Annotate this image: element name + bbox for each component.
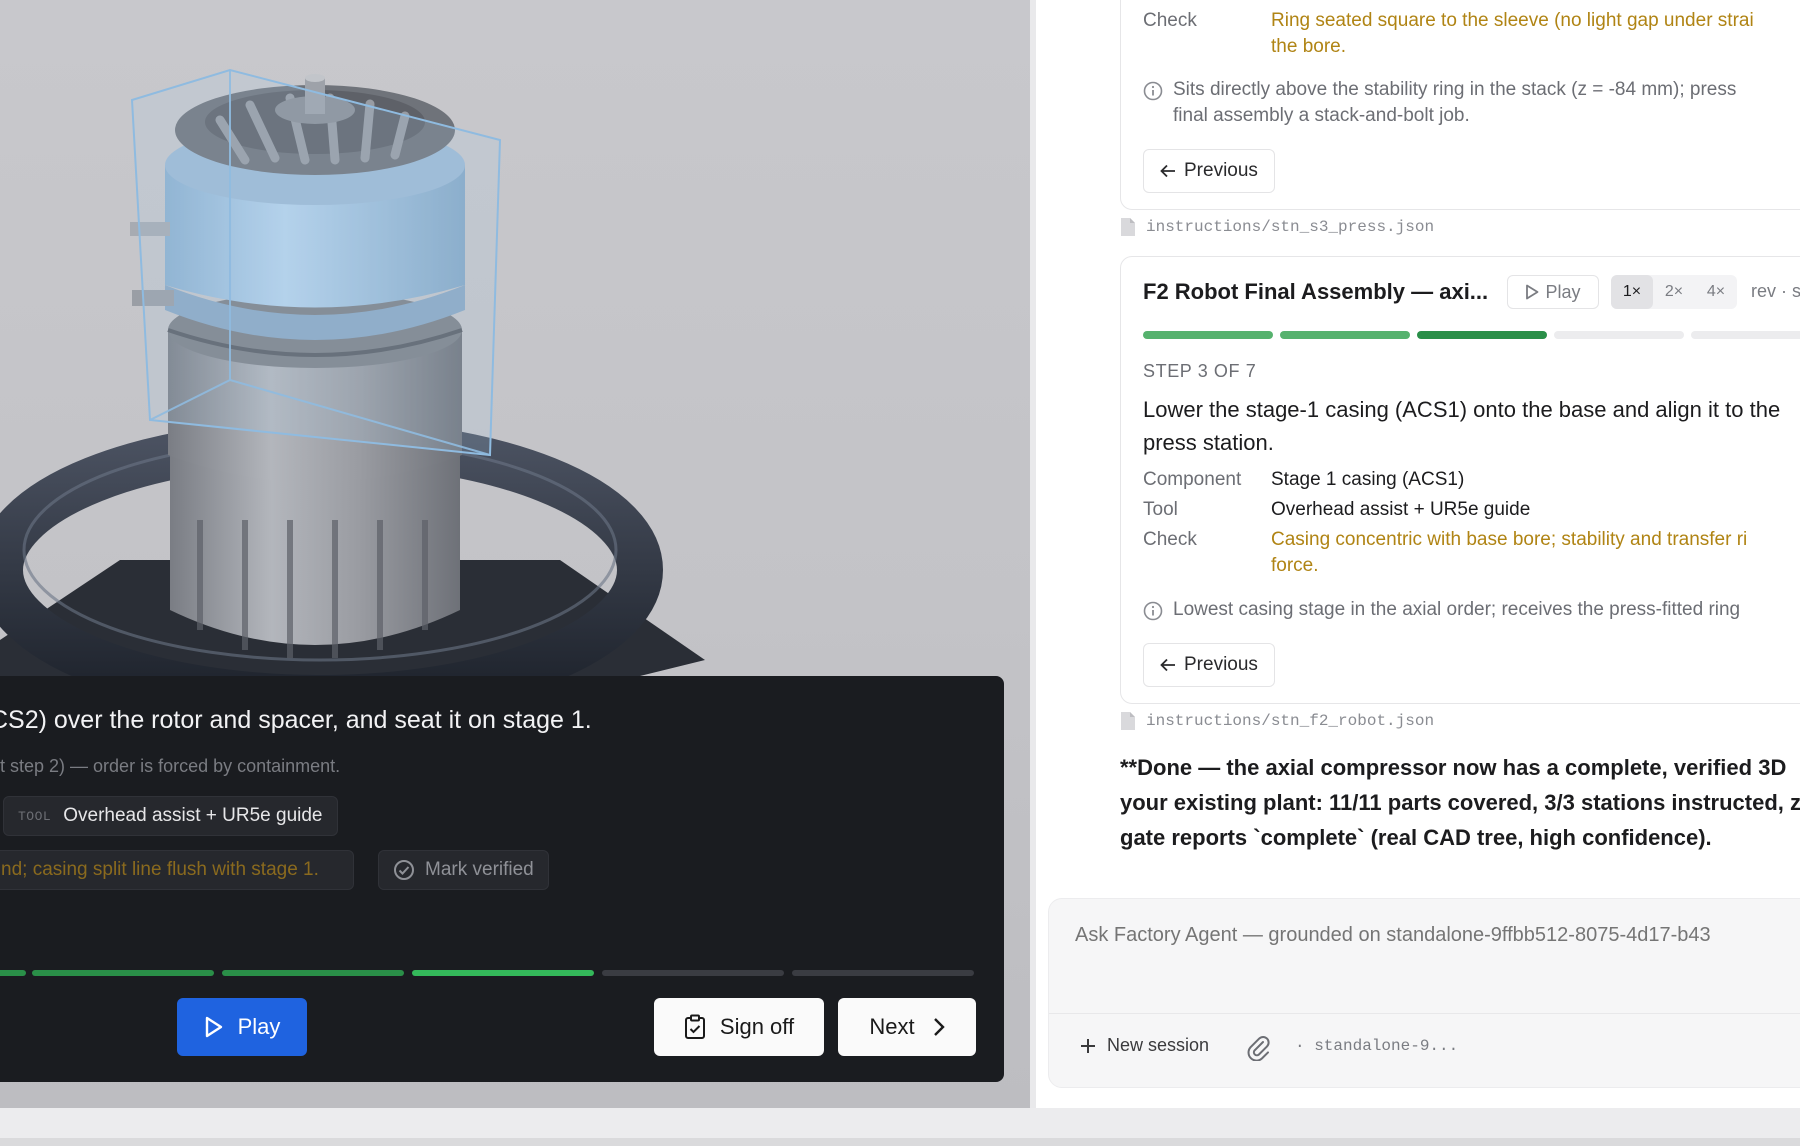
arrow-left-icon: [1160, 164, 1175, 178]
file-reference[interactable]: instructions/stn_s3_press.json: [1120, 217, 1434, 237]
step-note: Sits directly above the stability ring i…: [1143, 77, 1800, 129]
3d-viewport[interactable]: CS2) over the rotor and spacer, and seat…: [0, 0, 1030, 1108]
chat-composer: New session · standalone-9...: [1048, 898, 1800, 1088]
revision-label: rev · s: [1751, 281, 1800, 301]
card-progress-segment: [1143, 331, 1273, 339]
check-chip: nd; casing split line flush with stage 1…: [0, 850, 354, 890]
sign-off-button[interactable]: Sign off: [654, 998, 824, 1056]
check-key: Check: [1143, 10, 1197, 31]
component-value: Stage 1 casing (ACS1): [1271, 469, 1465, 490]
card-progress-segment: [1554, 331, 1684, 339]
file-path: instructions/stn_s3_press.json: [1146, 218, 1435, 236]
file-path: instructions/stn_f2_robot.json: [1146, 712, 1435, 730]
compressor-3d-model[interactable]: [0, 0, 1030, 700]
agent-chat-panel: Check Ring seated square to the sleeve (…: [1036, 0, 1800, 1108]
new-session-button[interactable]: New session: [1079, 1035, 1209, 1056]
check-key: Check: [1143, 529, 1197, 550]
composer-divider: [1049, 1013, 1800, 1014]
info-icon: [1143, 601, 1163, 621]
step-note: Lowest casing stage in the axial order; …: [1143, 597, 1800, 623]
file-icon: [1121, 712, 1135, 730]
tool-key: Tool: [1143, 499, 1178, 520]
instruction-card-f2-robot: F2 Robot Final Assembly — axi... Play 1×…: [1120, 256, 1800, 704]
paperclip-icon[interactable]: [1245, 1033, 1271, 1061]
overlay-step-text: CS2) over the rotor and spacer, and seat…: [0, 706, 592, 734]
overlay-progress-segment: [602, 970, 784, 976]
mark-verified-button[interactable]: Mark verified: [378, 850, 549, 890]
tool-row: Tool Overhead assist + UR5e guide: [1143, 497, 1800, 523]
check-row: Check Casing concentric with base bore; …: [1143, 527, 1800, 579]
step-counter: STEP 3 OF 7: [1143, 361, 1257, 381]
new-session-label: New session: [1107, 1035, 1210, 1055]
step-overlay-panel: CS2) over the rotor and spacer, and seat…: [0, 676, 1004, 1082]
instruction-card-s3-press: Check Ring seated square to the sleeve (…: [1120, 0, 1800, 210]
check-chip-value: nd; casing split line flush with stage 1…: [1, 859, 319, 880]
play-icon: [205, 1016, 222, 1038]
chevron-right-icon: [933, 1018, 945, 1036]
arrow-left-icon: [1160, 658, 1175, 672]
next-button-label: Next: [869, 1014, 915, 1039]
overlay-progress-segment: [792, 970, 974, 976]
card-progress-segment-current: [1417, 331, 1547, 339]
overlay-progress-segment: [0, 970, 26, 976]
step-note-text: Sits directly above the stability ring i…: [1173, 79, 1737, 126]
tool-chip-key: TOOL: [18, 808, 52, 824]
card-progress-segment: [1691, 331, 1800, 339]
step-instruction: Lower the stage-1 casing (ACS1) onto the…: [1143, 397, 1781, 455]
check-circle-icon: [394, 860, 414, 880]
next-button[interactable]: Next: [838, 998, 976, 1056]
overlay-progress-segment-current: [412, 970, 594, 976]
sign-off-label: Sign off: [719, 1014, 795, 1039]
bottom-divider: [0, 1138, 1800, 1146]
check-value: Casing concentric with base bore; stabil…: [1271, 529, 1748, 576]
tool-value: Overhead assist + UR5e guide: [1271, 499, 1531, 520]
previous-label: Previous: [1184, 160, 1258, 181]
component-key: Component: [1143, 469, 1242, 490]
file-icon: [1121, 218, 1135, 236]
previous-button[interactable]: Previous: [1143, 643, 1275, 687]
speed-option-4x[interactable]: 4×: [1695, 275, 1737, 309]
check-value: Ring seated square to the sleeve (no lig…: [1271, 10, 1754, 57]
play-button[interactable]: Play: [177, 998, 307, 1056]
chat-input[interactable]: [1073, 923, 1800, 948]
card-play-label: Play: [1545, 281, 1581, 302]
speed-option-2x[interactable]: 2×: [1653, 275, 1695, 309]
overlay-step-note: at step 2) — order is forced by containm…: [0, 756, 341, 776]
session-id: · standalone-9...: [1295, 1037, 1459, 1055]
component-row: Component Stage 1 casing (ACS1): [1143, 467, 1800, 493]
card-progress-segment: [1280, 331, 1410, 339]
info-icon: [1143, 81, 1163, 101]
tool-chip: TOOL Overhead assist + UR5e guide: [3, 796, 338, 836]
previous-label: Previous: [1184, 654, 1258, 675]
speed-option-1x[interactable]: 1×: [1611, 275, 1653, 309]
previous-button[interactable]: Previous: [1143, 149, 1275, 193]
play-button-label: Play: [237, 1014, 281, 1039]
agent-message: **Done — the axial compressor now has a …: [1120, 755, 1800, 850]
plus-icon: [1081, 1038, 1095, 1053]
tool-chip-value: Overhead assist + UR5e guide: [63, 805, 323, 826]
speed-selector[interactable]: 1× 2× 4×: [1611, 275, 1737, 309]
card-play-button[interactable]: Play: [1507, 275, 1599, 309]
play-icon: [1526, 284, 1539, 300]
file-reference[interactable]: instructions/stn_f2_robot.json: [1120, 711, 1434, 731]
check-row: Check Ring seated square to the sleeve (…: [1143, 8, 1800, 60]
step-note-text: Lowest casing stage in the axial order; …: [1173, 599, 1741, 620]
mark-verified-label: Mark verified: [425, 859, 534, 880]
overlay-progress-segment: [32, 970, 214, 976]
clipboard-check-icon: [684, 1014, 705, 1039]
overlay-progress-segment: [222, 970, 404, 976]
card-title: F2 Robot Final Assembly — axi...: [1143, 279, 1489, 304]
